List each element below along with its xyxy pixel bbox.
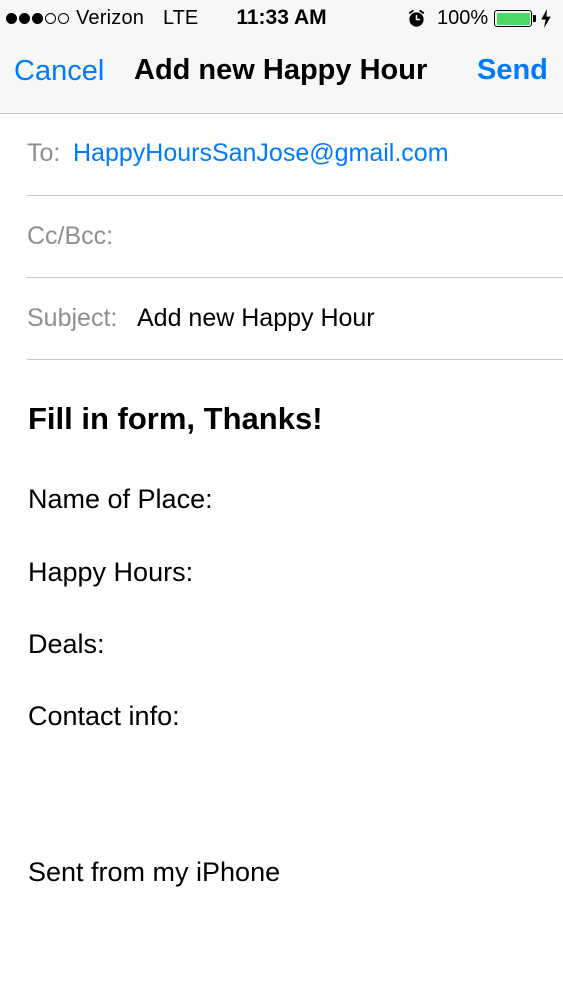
to-field[interactable]: To: HappyHoursSanJose@gmail.com: [27, 114, 563, 196]
nav-title: Add new Happy Hour: [134, 54, 428, 86]
lightning-bolt-icon: [541, 9, 551, 28]
body-line-contact-info: Contact info:: [28, 701, 180, 731]
alarm-clock-icon: [408, 9, 425, 27]
subject-input[interactable]: Add new Happy Hour: [137, 304, 375, 333]
to-recipient[interactable]: HappyHoursSanJose@gmail.com: [73, 139, 449, 168]
battery-icon: [494, 10, 532, 27]
status-bar: Verizon LTE 11:33 AM 100%: [0, 0, 563, 36]
send-button[interactable]: Send: [477, 54, 548, 87]
to-label: To:: [27, 139, 61, 167]
subject-field[interactable]: Subject: Add new Happy Hour: [27, 278, 563, 360]
cancel-button[interactable]: Cancel: [14, 55, 104, 88]
subject-label: Subject:: [27, 304, 118, 332]
battery-fill: [496, 12, 530, 25]
email-signature: Sent from my iPhone: [28, 857, 281, 887]
battery-tip: [533, 15, 536, 22]
cc-bcc-label: Cc/Bcc:: [27, 222, 114, 250]
battery-percent: 100%: [437, 7, 489, 29]
body-line-name-of-place: Name of Place:: [28, 484, 213, 514]
body-line-deals: Deals:: [28, 629, 105, 659]
body-heading: Fill in form, Thanks!: [28, 401, 323, 436]
top-bar: Verizon LTE 11:33 AM 100% Cancel Add new…: [0, 0, 563, 114]
cc-bcc-field[interactable]: Cc/Bcc:: [27, 196, 563, 278]
body-line-happy-hours: Happy Hours:: [28, 557, 194, 587]
